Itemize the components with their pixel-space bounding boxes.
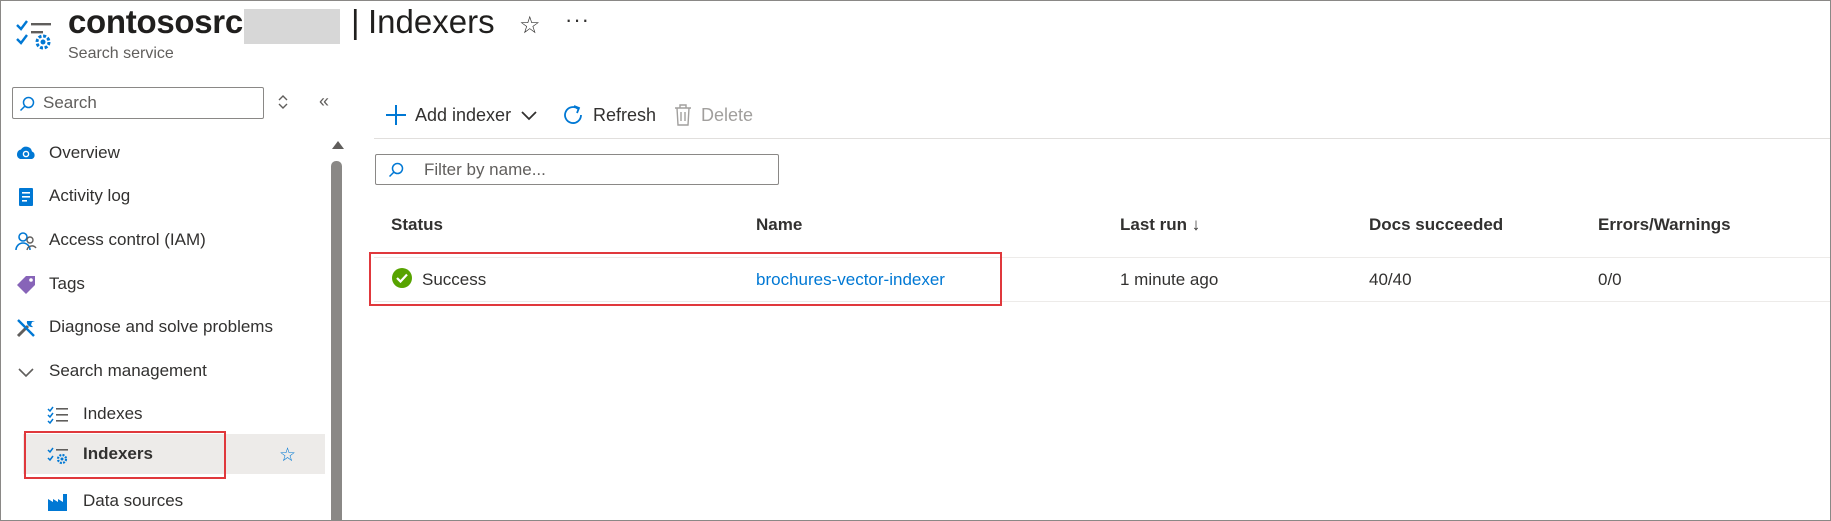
sidebar-item-data-sources[interactable]: Data sources <box>1 481 326 520</box>
add-indexer-label: Add indexer <box>415 104 512 125</box>
list-check-icon <box>47 406 68 425</box>
scrollbar-thumb[interactable] <box>331 161 342 520</box>
row-last-run: 1 minute ago <box>1120 270 1219 289</box>
sidebar-item-label: Diagnose and solve problems <box>49 317 273 336</box>
title-separator: | <box>351 3 360 40</box>
sidebar-item-activity-log[interactable]: Activity log <box>1 176 326 216</box>
sidebar-item-label: Indexes <box>83 404 143 423</box>
column-header-errors-warnings[interactable]: Errors/Warnings <box>1598 215 1731 235</box>
sidebar-item-access-control[interactable]: Access control (IAM) <box>1 220 326 260</box>
activity-log-icon <box>19 188 33 206</box>
indexer-service-icon <box>16 20 51 50</box>
row-status: Success <box>422 270 487 289</box>
filter-input[interactable] <box>424 159 764 181</box>
sidebar-item-indexes[interactable]: Indexes <box>1 394 326 434</box>
factory-icon <box>48 494 67 511</box>
indexer-name-link[interactable]: brochures-vector-indexer <box>756 270 945 290</box>
sidebar-item-label: Data sources <box>83 491 184 510</box>
sidebar-item-label: Tags <box>49 274 85 293</box>
chevron-down-icon <box>521 111 537 121</box>
sidebar-item-label: Access control (IAM) <box>49 230 206 249</box>
sidebar-item-label: Overview <box>49 143 120 162</box>
plus-icon <box>386 105 406 125</box>
expand-collapse-icon[interactable] <box>277 93 289 111</box>
indexer-gear-icon <box>47 447 68 465</box>
add-indexer-button[interactable]: Add indexer <box>385 99 539 131</box>
trash-icon <box>675 104 691 126</box>
collapse-sidebar-icon[interactable]: « <box>319 91 329 112</box>
filter-by-name[interactable] <box>375 154 779 185</box>
ellipsis-icon[interactable]: ··· <box>565 7 590 33</box>
people-icon <box>15 232 37 251</box>
sidebar-item-overview[interactable]: Overview <box>1 133 326 173</box>
column-header-name[interactable]: Name <box>756 215 802 235</box>
refresh-label: Refresh <box>593 104 657 125</box>
sidebar-item-label: Search management <box>49 361 207 380</box>
star-outline-icon[interactable]: ☆ <box>519 11 541 40</box>
tag-icon <box>17 276 35 294</box>
sidebar-search[interactable] <box>12 87 264 119</box>
refresh-button[interactable]: Refresh <box>561 99 656 131</box>
sidebar-item-diagnose[interactable]: Diagnose and solve problems <box>1 307 326 347</box>
table-row-divider <box>374 301 1830 302</box>
row-docs-succeeded: 40/40 <box>1369 270 1412 289</box>
row-errors-warnings: 0/0 <box>1598 270 1622 289</box>
sidebar-group-search-management[interactable]: Search management <box>1 351 326 391</box>
refresh-icon <box>564 105 582 124</box>
toolbar-divider <box>374 138 1830 139</box>
search-icon <box>388 162 404 178</box>
delete-button[interactable]: Delete <box>673 99 753 131</box>
sidebar-item-tags[interactable]: Tags <box>1 264 326 304</box>
column-header-last-run[interactable]: Last run ↓ <box>1120 215 1200 235</box>
service-name: contososrch <box>68 3 263 40</box>
delete-label: Delete <box>701 104 754 125</box>
redacted-area <box>244 9 340 44</box>
star-outline-icon[interactable]: ☆ <box>279 444 296 467</box>
chevron-down-icon <box>18 368 34 378</box>
sidebar-item-label: Activity log <box>49 186 131 205</box>
table-header-divider <box>374 257 1830 258</box>
column-header-status[interactable]: Status <box>391 215 443 235</box>
sidebar-search-input[interactable] <box>43 92 258 114</box>
search-icon <box>19 96 35 112</box>
sidebar-item-label: Indexers <box>83 444 153 463</box>
page-title: Indexers <box>368 3 495 40</box>
portal-frame: contososrch | Indexers ☆ ··· Search serv… <box>0 0 1831 521</box>
success-check-icon <box>392 268 412 288</box>
scroll-up-arrow-icon[interactable] <box>332 141 344 149</box>
column-header-docs-succeeded[interactable]: Docs succeeded <box>1369 215 1503 235</box>
page-subtitle: Search service <box>68 45 174 62</box>
cloud-search-icon <box>16 146 35 159</box>
wrench-icon <box>16 319 35 338</box>
